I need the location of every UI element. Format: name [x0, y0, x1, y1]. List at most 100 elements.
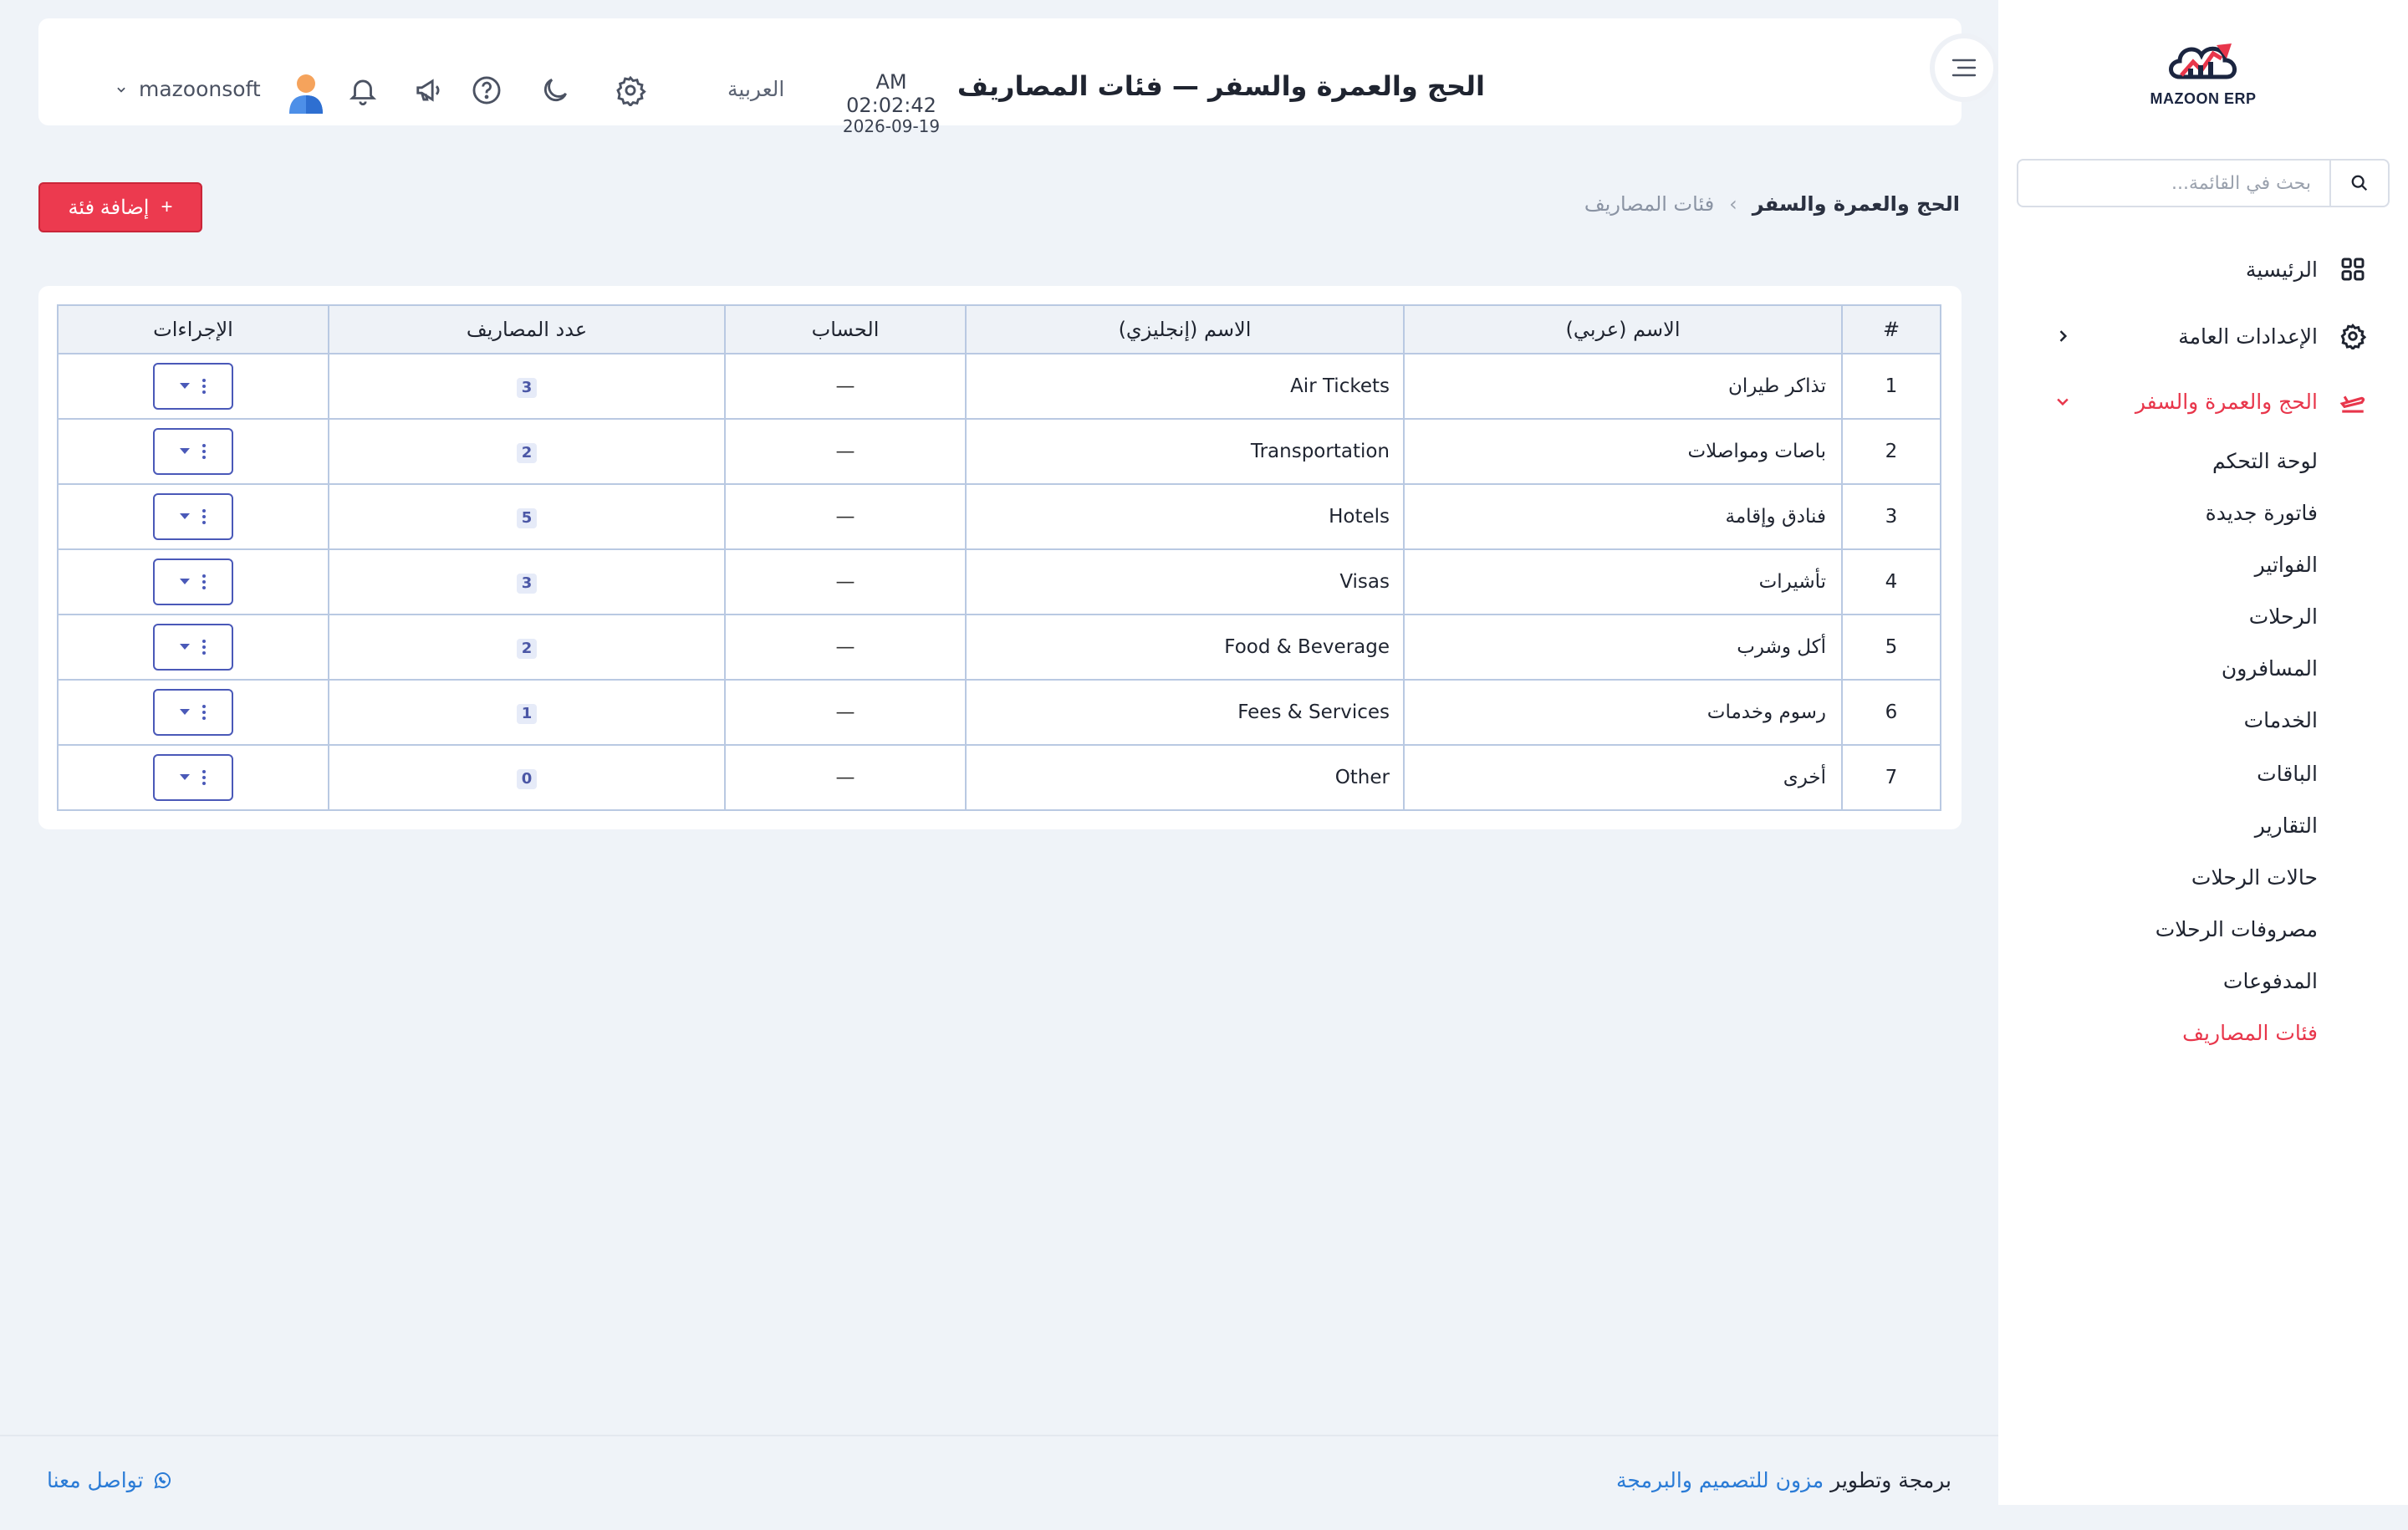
count-badge: 2 — [516, 442, 538, 463]
theme-toggle-button[interactable] — [537, 72, 574, 109]
table-row: 2 باصات ومواصلات Transportation —2 — [57, 418, 1941, 485]
megaphone-icon — [416, 79, 440, 102]
notifications-button[interactable] — [344, 72, 381, 109]
sidebar-item-hajj-travel[interactable]: الحج والعمرة والسفر — [2017, 376, 2390, 426]
submenu-item-packages[interactable]: الباقات — [2257, 759, 2318, 789]
caret-down-icon — [180, 448, 190, 454]
row-actions-dropdown-button[interactable] — [153, 363, 233, 410]
caret-down-icon — [180, 579, 190, 584]
sidebar-toggle-button[interactable] — [1930, 33, 1998, 102]
row-actions-dropdown-button[interactable] — [153, 493, 233, 540]
cell-name-ar: فنادق وإقامة — [1403, 483, 1843, 550]
breadcrumb: الحج والعمرة والسفر › فئات المصاريف — [1584, 192, 1960, 216]
clock-time: AM 02:02:42 — [846, 70, 936, 117]
add-category-button[interactable]: + إضافة فئة — [38, 182, 202, 232]
cell-account: — — [724, 483, 967, 550]
submenu-item-trip-expenses[interactable]: مصروفات الرحلات — [2155, 915, 2318, 945]
expense-categories-card: # الاسم (عربي) الاسم (إنجليزي) الحساب عد… — [38, 286, 1962, 829]
cell-name-ar: باصات ومواصلات — [1403, 418, 1843, 485]
caret-down-icon — [180, 774, 190, 780]
cell-name-ar: أخرى — [1403, 744, 1843, 811]
column-header-num: # — [1841, 304, 1941, 354]
submenu-item-trip-statuses[interactable]: حالات الرحلات — [2191, 863, 2318, 893]
announcements-button[interactable] — [411, 72, 448, 109]
row-actions-dropdown-button[interactable] — [153, 689, 233, 736]
sidebar-item-home[interactable]: الرئيسية — [2017, 244, 2390, 294]
row-actions-dropdown-button[interactable] — [153, 428, 233, 475]
submenu-item-dashboard[interactable]: لوحة التحكم — [2212, 446, 2318, 477]
help-button[interactable] — [468, 72, 505, 109]
page-title: الحج والعمرة والسفر — فئات المصاريف — [957, 70, 1485, 102]
cell-name-en: Transportation — [965, 418, 1405, 485]
submenu-item-services[interactable]: الخدمات — [2244, 706, 2318, 736]
footer-credit-link[interactable]: مزون للتصميم والبرمجة — [1616, 1468, 1824, 1492]
breadcrumb-parent[interactable]: الحج والعمرة والسفر — [1752, 192, 1960, 216]
cell-account: — — [724, 679, 967, 746]
cell-num: 7 — [1841, 744, 1941, 811]
kebab-icon — [202, 705, 206, 720]
settings-button[interactable] — [612, 72, 649, 109]
chevron-down-icon — [2050, 389, 2075, 414]
cell-account: — — [724, 418, 967, 485]
cell-count: 0 — [328, 744, 726, 811]
submenu-item-payments[interactable]: المدفوعات — [2223, 966, 2318, 997]
cell-count: 3 — [328, 353, 726, 420]
submenu-item-travelers[interactable]: المسافرون — [2222, 654, 2318, 684]
row-actions-dropdown-button[interactable] — [153, 754, 233, 801]
table-row: 5 أكل وشرب Food & Beverage — 2 — [57, 614, 1941, 681]
submenu-item-expense-categories[interactable]: فئات المصاريف — [2182, 1018, 2318, 1048]
footer-credit: برمجة وتطوير مزون للتصميم والبرمجة — [1616, 1468, 1951, 1492]
cell-account: — — [724, 353, 967, 420]
count-badge: 3 — [516, 573, 538, 594]
cell-actions — [57, 418, 329, 485]
logo-icon — [2169, 43, 2237, 79]
submenu-item-invoices[interactable]: الفواتير — [2255, 550, 2318, 580]
cell-name-ar: تأشيرات — [1403, 548, 1843, 615]
plus-icon: + — [161, 196, 173, 218]
help-icon — [472, 76, 501, 105]
logo-text: MAZOON ERP — [2150, 90, 2257, 107]
table-header-row: # الاسم (عربي) الاسم (إنجليزي) الحساب عد… — [57, 304, 1941, 354]
user-menu[interactable]: mazoonsoft — [115, 77, 261, 101]
cell-name-en: Food & Beverage — [965, 614, 1405, 681]
count-badge: 3 — [516, 377, 538, 398]
count-badge: 1 — [516, 703, 538, 724]
caret-down-icon — [180, 644, 190, 650]
clock: AM 02:02:42 2026-09-19 — [833, 70, 950, 135]
cell-actions — [57, 679, 329, 746]
cell-actions — [57, 614, 329, 681]
cell-name-ar: تذاكر طيران — [1403, 353, 1843, 420]
contact-us-label: تواصل معنا — [47, 1468, 144, 1492]
cell-actions — [57, 548, 329, 615]
language-switch[interactable]: العربية — [727, 77, 784, 101]
sidebar-item-general-settings[interactable]: الإعدادات العامة — [2017, 311, 2390, 361]
cell-count: 1 — [328, 679, 726, 746]
kebab-icon — [202, 379, 206, 394]
footer-credit-prefix: برمجة وتطوير — [1830, 1468, 1951, 1492]
submenu-item-trips[interactable]: الرحلات — [2249, 602, 2318, 632]
breadcrumb-current: فئات المصاريف — [1584, 192, 1715, 216]
cell-account: — — [724, 614, 967, 681]
plane-icon — [2338, 386, 2368, 416]
row-actions-dropdown-button[interactable] — [153, 624, 233, 671]
cell-name-en: Fees & Services — [965, 679, 1405, 746]
cell-name-en: Visas — [965, 548, 1405, 615]
submenu-item-reports[interactable]: التقارير — [2255, 811, 2318, 841]
submenu-item-new-invoice[interactable]: فاتورة جديدة — [2206, 498, 2318, 528]
contact-us-link[interactable]: تواصل معنا — [47, 1468, 172, 1492]
cell-name-ar: أكل وشرب — [1403, 614, 1843, 681]
kebab-icon — [202, 574, 206, 589]
cell-num: 6 — [1841, 679, 1941, 746]
expense-categories-table: # الاسم (عربي) الاسم (إنجليزي) الحساب عد… — [57, 304, 1941, 811]
avatar[interactable] — [286, 72, 326, 115]
sidebar-search — [2017, 159, 2390, 207]
cell-num: 3 — [1841, 483, 1941, 550]
bell-icon — [349, 79, 377, 105]
cell-num: 4 — [1841, 548, 1941, 615]
cell-name-ar: رسوم وخدمات — [1403, 679, 1843, 746]
row-actions-dropdown-button[interactable] — [153, 558, 233, 605]
user-avatar-icon — [289, 74, 323, 114]
search-button[interactable] — [2329, 161, 2388, 206]
sidebar-search-input[interactable] — [2018, 161, 2329, 206]
caret-down-icon — [180, 383, 190, 389]
